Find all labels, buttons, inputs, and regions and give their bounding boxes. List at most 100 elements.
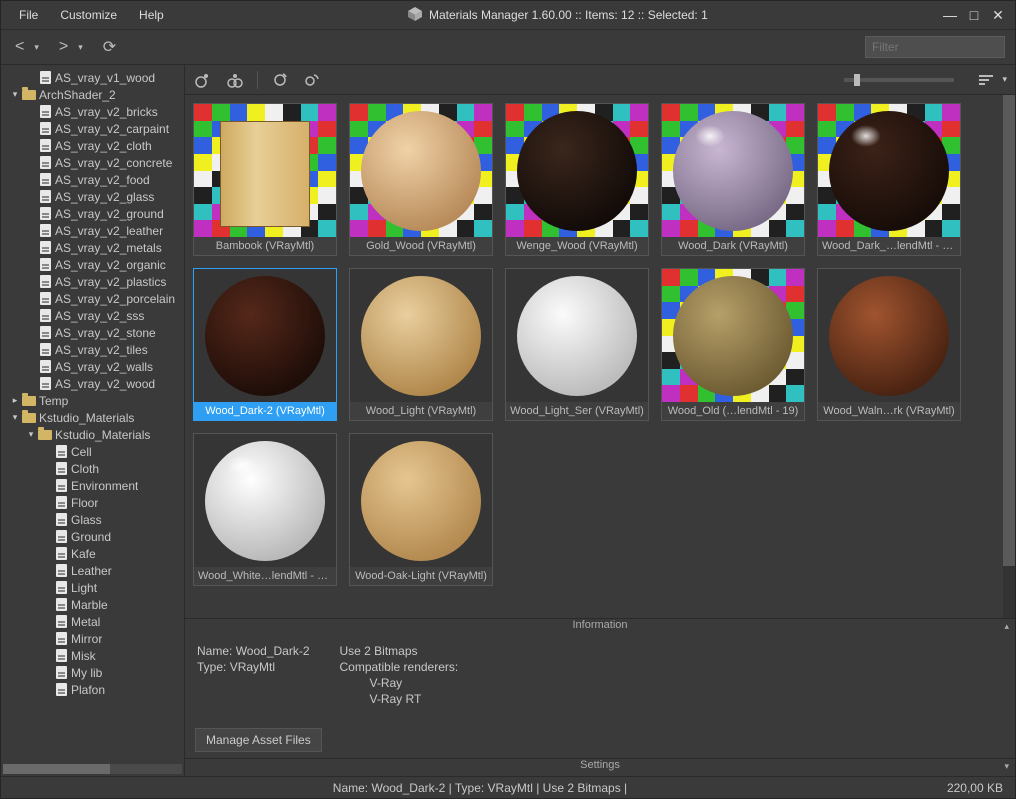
- nav-forward-button[interactable]: >: [55, 36, 72, 58]
- tree-file[interactable]: Cloth: [1, 460, 184, 477]
- tree-file[interactable]: AS_vray_v2_glass: [1, 188, 184, 205]
- filter-input[interactable]: [865, 36, 1005, 58]
- material-label: Gold_Wood (VRayMtl): [350, 237, 492, 255]
- tree-file[interactable]: AS_vray_v2_wood: [1, 375, 184, 392]
- material-label: Wood_Dark-2 (VRayMtl): [194, 402, 336, 420]
- tree-file[interactable]: Floor: [1, 494, 184, 511]
- tree-file[interactable]: Plafon: [1, 681, 184, 698]
- material-label: Wood_Light_Ser (VRayMtl): [506, 402, 648, 420]
- material-card[interactable]: Wood_Dark (VRayMtl): [661, 103, 805, 256]
- tree-file[interactable]: AS_vray_v2_porcelain: [1, 290, 184, 307]
- tree-file[interactable]: Ground: [1, 528, 184, 545]
- tree-label: Floor: [69, 496, 98, 510]
- tree-file[interactable]: AS_vray_v2_tiles: [1, 341, 184, 358]
- tree-label: Cloth: [69, 462, 99, 476]
- tree-file[interactable]: AS_vray_v1_wood: [1, 69, 184, 86]
- toolbar-separator: [257, 71, 258, 89]
- tree-folder[interactable]: ▾Kstudio_Materials: [1, 426, 184, 443]
- grid-vscroll[interactable]: [1003, 95, 1015, 618]
- sort-dropdown-icon[interactable]: ▾: [1002, 74, 1007, 85]
- tree-folder[interactable]: ▾ArchShader_2: [1, 86, 184, 103]
- file-icon: [53, 445, 69, 459]
- file-icon: [53, 598, 69, 612]
- tree-file[interactable]: Light: [1, 579, 184, 596]
- tree-folder[interactable]: ▾Kstudio_Materials: [1, 409, 184, 426]
- file-icon: [37, 360, 53, 374]
- menu-file[interactable]: File: [9, 4, 48, 26]
- refresh-button[interactable]: ⟳: [99, 35, 120, 59]
- material-card[interactable]: Bambook (VRayMtl): [193, 103, 337, 256]
- menu-customize[interactable]: Customize: [50, 4, 127, 26]
- tree-file[interactable]: Marble: [1, 596, 184, 613]
- tree-file[interactable]: AS_vray_v2_walls: [1, 358, 184, 375]
- file-icon: [37, 241, 53, 255]
- sort-button[interactable]: [976, 70, 996, 90]
- tree-file[interactable]: Mirror: [1, 630, 184, 647]
- tool-icon-4[interactable]: [302, 70, 322, 90]
- material-card[interactable]: Wood_Dark_…lendMtl - 19): [817, 103, 961, 256]
- material-card[interactable]: Gold_Wood (VRayMtl): [349, 103, 493, 256]
- material-card[interactable]: Wood_Light (VRayMtl): [349, 268, 493, 421]
- folder-tree[interactable]: AS_vray_v1_wood▾ArchShader_2AS_vray_v2_b…: [1, 65, 184, 762]
- material-card[interactable]: Wood-Oak-Light (VRayMtl): [349, 433, 493, 586]
- tree-label: My lib: [69, 666, 102, 680]
- material-card[interactable]: Wood_Dark-2 (VRayMtl): [193, 268, 337, 421]
- file-icon: [53, 479, 69, 493]
- tree-file[interactable]: AS_vray_v2_plastics: [1, 273, 184, 290]
- material-card[interactable]: Wood_White…lendMtl - 19): [193, 433, 337, 586]
- information-panel-header[interactable]: Information▴: [185, 618, 1015, 636]
- material-label: Wood_Waln…rk (VRayMtl): [818, 402, 960, 420]
- tool-icon-3[interactable]: [270, 70, 290, 90]
- tree-file[interactable]: AS_vray_v2_ground: [1, 205, 184, 222]
- tree-file[interactable]: AS_vray_v2_concrete: [1, 154, 184, 171]
- file-icon: [53, 547, 69, 561]
- thumbnail-size-slider[interactable]: [844, 78, 954, 82]
- tree-file[interactable]: AS_vray_v2_carpaint: [1, 120, 184, 137]
- sidebar-hscroll[interactable]: [1, 762, 184, 776]
- tree-label: AS_vray_v1_wood: [53, 71, 155, 85]
- tree-label: AS_vray_v2_carpaint: [53, 122, 169, 136]
- material-grid: Bambook (VRayMtl) Gold_Wood (VRayMtl) Weng…: [185, 95, 1001, 618]
- maximize-button[interactable]: □: [965, 7, 983, 24]
- tool-icon-1[interactable]: [193, 70, 213, 90]
- forward-dropdown-icon[interactable]: ▾: [74, 40, 87, 55]
- file-icon: [53, 649, 69, 663]
- tool-icon-2[interactable]: [225, 70, 245, 90]
- tree-file[interactable]: AS_vray_v2_leather: [1, 222, 184, 239]
- tree-label: AS_vray_v2_wood: [53, 377, 155, 391]
- tree-file[interactable]: Metal: [1, 613, 184, 630]
- tree-label: AS_vray_v2_organic: [53, 258, 166, 272]
- tree-label: AS_vray_v2_ground: [53, 207, 164, 221]
- tree-label: Light: [69, 581, 97, 595]
- nav-back-button[interactable]: <: [11, 36, 28, 58]
- material-card[interactable]: Wood_Waln…rk (VRayMtl): [817, 268, 961, 421]
- tree-file[interactable]: My lib: [1, 664, 184, 681]
- menu-help[interactable]: Help: [129, 4, 174, 26]
- file-icon: [37, 105, 53, 119]
- tree-file[interactable]: AS_vray_v2_sss: [1, 307, 184, 324]
- tree-file[interactable]: Glass: [1, 511, 184, 528]
- file-icon: [53, 513, 69, 527]
- material-card[interactable]: Wood_Light_Ser (VRayMtl): [505, 268, 649, 421]
- tree-folder[interactable]: ▸Temp: [1, 392, 184, 409]
- tree-file[interactable]: AS_vray_v2_organic: [1, 256, 184, 273]
- close-button[interactable]: ✕: [989, 7, 1007, 24]
- tree-file[interactable]: AS_vray_v2_metals: [1, 239, 184, 256]
- tree-file[interactable]: AS_vray_v2_bricks: [1, 103, 184, 120]
- material-card[interactable]: Wood_Old (…lendMtl - 19): [661, 268, 805, 421]
- tree-file[interactable]: Kafe: [1, 545, 184, 562]
- tree-file[interactable]: AS_vray_v2_food: [1, 171, 184, 188]
- tree-file[interactable]: Misk: [1, 647, 184, 664]
- tree-label: Kstudio_Materials: [53, 428, 150, 442]
- tree-file[interactable]: AS_vray_v2_stone: [1, 324, 184, 341]
- tree-file[interactable]: Leather: [1, 562, 184, 579]
- minimize-button[interactable]: —: [941, 7, 959, 24]
- tree-file[interactable]: Environment: [1, 477, 184, 494]
- settings-panel-header[interactable]: Settings▾: [185, 758, 1015, 776]
- tree-file[interactable]: AS_vray_v2_cloth: [1, 137, 184, 154]
- chevron-down-icon: ▾: [1004, 761, 1009, 772]
- material-card[interactable]: Wenge_Wood (VRayMtl): [505, 103, 649, 256]
- manage-asset-files-button[interactable]: Manage Asset Files: [195, 728, 322, 752]
- back-dropdown-icon[interactable]: ▾: [30, 40, 43, 55]
- tree-file[interactable]: Cell: [1, 443, 184, 460]
